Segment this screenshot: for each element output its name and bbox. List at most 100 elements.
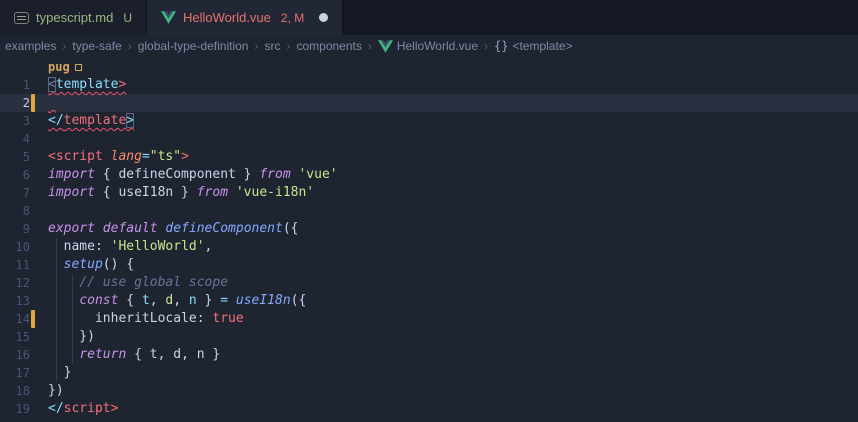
line-number[interactable]: 8 xyxy=(0,202,30,220)
line-number[interactable]: 15 xyxy=(0,328,30,346)
code-line[interactable]: 7import { useI18n } from 'vue-i18n' xyxy=(0,184,858,202)
line-number[interactable]: 9 xyxy=(0,220,30,238)
tab-label: HelloWorld.vue xyxy=(183,10,271,25)
code-line[interactable]: 4 xyxy=(0,130,858,148)
code-line[interactable]: 9export default defineComponent({ xyxy=(0,220,858,238)
line-number[interactable]: 13 xyxy=(0,292,30,310)
code-token: export xyxy=(48,221,95,236)
line-number[interactable]: 6 xyxy=(0,166,30,184)
line-number[interactable]: 14 xyxy=(0,310,30,328)
code-token: </ xyxy=(48,401,64,416)
line-number[interactable]: 1 xyxy=(0,76,30,94)
code-line[interactable]: 18}) xyxy=(0,382,858,400)
code-line-content: </script> xyxy=(48,400,118,418)
code-line-content: return { t, d, n } xyxy=(48,346,220,364)
unsaved-changes-dot-icon[interactable] xyxy=(319,13,328,22)
template-language-decoration[interactable]: pug xyxy=(48,59,82,75)
code-line-content: name: 'HelloWorld', xyxy=(48,238,212,256)
chevron-right-icon: › xyxy=(484,39,488,53)
language-decoration-box-icon xyxy=(75,64,82,71)
breadcrumb-label: type-safe xyxy=(72,39,121,53)
code-token xyxy=(48,275,79,290)
code-line-content: const { t, d, n } = useI18n({ xyxy=(48,292,306,310)
breadcrumb-item-3[interactable]: global-type-definition xyxy=(138,39,249,53)
code-token: t xyxy=(142,293,150,308)
code-line[interactable]: 17 } xyxy=(0,364,858,382)
chevron-right-icon: › xyxy=(128,39,132,53)
tab-helloworld-vue[interactable]: HelloWorld.vue2, M xyxy=(147,0,343,35)
vue-logo-icon xyxy=(161,11,176,24)
code-line[interactable]: 19 </script> xyxy=(0,400,858,418)
code-token: template xyxy=(56,77,119,92)
code-token: ({ xyxy=(291,293,307,308)
line-number[interactable]: 4 xyxy=(0,130,30,148)
code-line[interactable]: 15 }) xyxy=(0,328,858,346)
code-token: () { xyxy=(103,257,134,272)
code-token: script xyxy=(64,401,111,416)
line-number[interactable]: 11 xyxy=(0,256,30,274)
markdown-file-icon xyxy=(14,12,29,24)
code-line[interactable]: 8 xyxy=(0,202,858,220)
code-token: defineComponent xyxy=(165,221,282,236)
line-number[interactable]: 12 xyxy=(0,274,30,292)
breadcrumb-item-6[interactable]: HelloWorld.vue xyxy=(378,39,478,53)
breadcrumb-label: components xyxy=(296,39,361,53)
code-line-content: // use global scope xyxy=(48,274,228,292)
git-modified-gutter-bar[interactable] xyxy=(31,94,35,112)
breadcrumb-item-5[interactable]: components xyxy=(296,39,361,53)
code-editor[interactable]: pug 1<template>2 3</template>45<script l… xyxy=(0,57,858,422)
tab-typescript-md[interactable]: typescript.mdU xyxy=(0,0,147,35)
code-line[interactable]: 3</template> xyxy=(0,112,858,130)
code-token: from xyxy=(197,185,228,200)
code-line[interactable]: 10 name: 'HelloWorld', xyxy=(0,238,858,256)
line-number[interactable]: 5 xyxy=(0,148,30,166)
code-line[interactable]: 11 setup() { xyxy=(0,256,858,274)
code-line[interactable]: 12 // use global scope xyxy=(0,274,858,292)
code-line[interactable]: 6 import { defineComponent } from 'vue' xyxy=(0,166,858,184)
code-line-content: <script lang="ts"> xyxy=(48,148,189,166)
code-line[interactable]: 2 xyxy=(0,94,858,112)
breadcrumb-item-1[interactable]: examples xyxy=(5,39,56,53)
breadcrumb-item-4[interactable]: src xyxy=(264,39,280,53)
line-number[interactable]: 16 xyxy=(0,346,30,364)
code-line[interactable]: 14 inheritLocale: true xyxy=(0,310,858,328)
breadcrumb-label: global-type-definition xyxy=(138,39,249,53)
code-line[interactable]: 5 <script lang="ts"> xyxy=(0,148,858,166)
line-number[interactable]: 10 xyxy=(0,238,30,256)
code-token: from xyxy=(259,167,290,182)
code-token: }) xyxy=(48,383,64,398)
line-number[interactable]: 2 xyxy=(0,94,30,112)
line-number[interactable]: 7 xyxy=(0,184,30,202)
code-line-content: } xyxy=(48,364,71,382)
code-line-content: }) xyxy=(48,328,95,346)
code-token: inheritLocale: xyxy=(48,311,212,326)
breadcrumb-item-7[interactable]: {} <template> xyxy=(494,39,573,53)
symbol-braces-icon: {} xyxy=(494,39,508,53)
chevron-right-icon: › xyxy=(286,39,290,53)
code-token: useI18n xyxy=(236,293,291,308)
code-token: <script xyxy=(48,149,103,164)
line-number[interactable]: 3 xyxy=(0,112,30,130)
chevron-right-icon: › xyxy=(62,39,66,53)
code-token xyxy=(48,347,79,362)
code-token: true xyxy=(212,311,243,326)
breadcrumb-item-2[interactable]: type-safe xyxy=(72,39,121,53)
git-modified-gutter-bar[interactable] xyxy=(31,310,35,328)
code-token: , xyxy=(150,293,166,308)
code-token: } xyxy=(48,365,71,380)
code-token: 'vue' xyxy=(298,167,337,182)
code-line[interactable]: 1<template> xyxy=(0,76,858,94)
code-line-content: }) xyxy=(48,382,64,400)
code-line[interactable]: 16 return { t, d, n } xyxy=(0,346,858,364)
code-token: < xyxy=(48,77,56,92)
code-line[interactable]: 13 const { t, d, n } = useI18n({ xyxy=(0,292,858,310)
line-number[interactable]: 18 xyxy=(0,382,30,400)
breadcrumb-label: <template> xyxy=(512,39,572,53)
line-number[interactable]: 19 xyxy=(0,400,30,418)
code-token: { t, d, n } xyxy=(126,347,220,362)
code-line-content: import { defineComponent } from 'vue' xyxy=(48,166,338,184)
tab-git-status-badge: U xyxy=(123,11,132,25)
code-line-content xyxy=(48,94,56,112)
code-line-content: setup() { xyxy=(48,256,134,274)
line-number[interactable]: 17 xyxy=(0,364,30,382)
